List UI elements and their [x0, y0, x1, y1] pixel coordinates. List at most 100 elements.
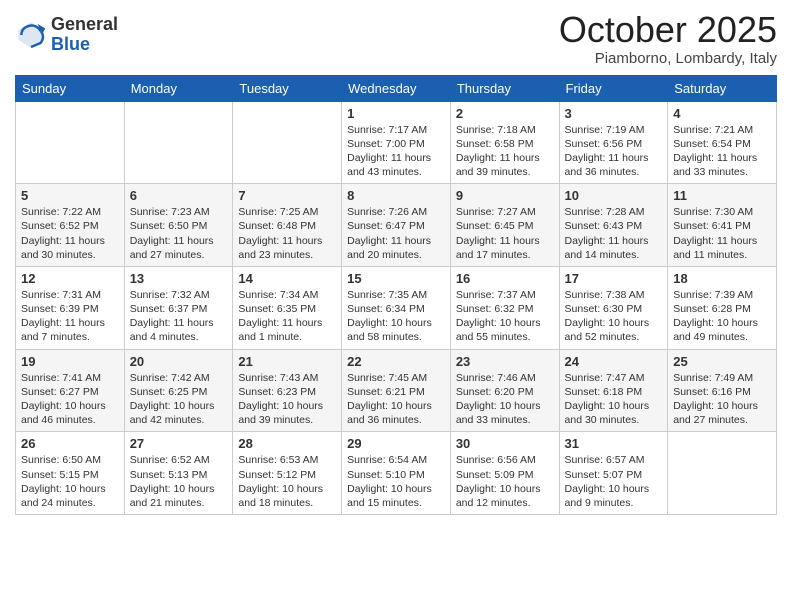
cell-content: Sunrise: 7:35 AM Sunset: 6:34 PM Dayligh…	[347, 288, 445, 345]
calendar-cell: 20 Sunrise: 7:42 AM Sunset: 6:25 PM Dayli…	[124, 349, 233, 432]
cell-content: Sunrise: 7:49 AM Sunset: 6:16 PM Dayligh…	[673, 371, 771, 428]
day-number: 2	[456, 106, 554, 121]
calendar-cell: 21 Sunrise: 7:43 AM Sunset: 6:23 PM Dayli…	[233, 349, 342, 432]
calendar-cell: 11 Sunrise: 7:30 AM Sunset: 6:41 PM Dayli…	[668, 184, 777, 267]
day-number: 19	[21, 354, 119, 369]
calendar-cell: 23Sunrise: 7:46 AM Sunset: 6:20 PM Dayli…	[450, 349, 559, 432]
cell-content: Sunrise: 7:34 AM Sunset: 6:35 PM Dayligh…	[238, 288, 336, 345]
day-number: 23	[456, 354, 554, 369]
cell-content: Sunrise: 7:41 AM Sunset: 6:27 PM Dayligh…	[21, 371, 119, 428]
cell-content: Sunrise: 7:43 AM Sunset: 6:23 PM Dayligh…	[238, 371, 336, 428]
calendar-cell	[668, 432, 777, 515]
day-number: 11	[673, 188, 771, 203]
day-number: 17	[565, 271, 663, 286]
logo: General Blue	[15, 15, 118, 55]
calendar-table: SundayMondayTuesdayWednesdayThursdayFrid…	[15, 75, 777, 515]
calendar-cell: 18Sunrise: 7:39 AM Sunset: 6:28 PM Dayli…	[668, 266, 777, 349]
calendar-week-row: 19 Sunrise: 7:41 AM Sunset: 6:27 PM Dayli…	[16, 349, 777, 432]
cell-content: Sunrise: 7:17 AM Sunset: 7:00 PM Dayligh…	[347, 123, 445, 180]
calendar-cell: 31 Sunrise: 6:57 AM Sunset: 5:07 PM Dayli…	[559, 432, 668, 515]
day-number: 21	[238, 354, 336, 369]
cell-content: Sunrise: 6:52 AM Sunset: 5:13 PM Dayligh…	[130, 453, 228, 510]
calendar-cell: 5Sunrise: 7:22 AM Sunset: 6:52 PM Daylig…	[16, 184, 125, 267]
cell-content: Sunrise: 6:50 AM Sunset: 5:15 PM Dayligh…	[21, 453, 119, 510]
cell-content: Sunrise: 7:23 AM Sunset: 6:50 PM Dayligh…	[130, 205, 228, 262]
day-number: 5	[21, 188, 119, 203]
day-number: 26	[21, 436, 119, 451]
page-container: General Blue October 2025 Piamborno, Lom…	[0, 0, 792, 530]
cell-content: Sunrise: 7:30 AM Sunset: 6:41 PM Dayligh…	[673, 205, 771, 262]
cell-content: Sunrise: 7:39 AM Sunset: 6:28 PM Dayligh…	[673, 288, 771, 345]
calendar-cell: 29 Sunrise: 6:54 AM Sunset: 5:10 PM Dayli…	[342, 432, 451, 515]
day-number: 27	[130, 436, 228, 451]
calendar-cell: 8 Sunrise: 7:26 AM Sunset: 6:47 PM Daylig…	[342, 184, 451, 267]
day-number: 31	[565, 436, 663, 451]
day-number: 6	[130, 188, 228, 203]
cell-content: Sunrise: 6:56 AM Sunset: 5:09 PM Dayligh…	[456, 453, 554, 510]
cell-content: Sunrise: 7:45 AM Sunset: 6:21 PM Dayligh…	[347, 371, 445, 428]
day-number: 3	[565, 106, 663, 121]
day-number: 14	[238, 271, 336, 286]
cell-content: Sunrise: 7:18 AM Sunset: 6:58 PM Dayligh…	[456, 123, 554, 180]
day-header-tuesday: Tuesday	[233, 75, 342, 101]
day-number: 7	[238, 188, 336, 203]
logo-blue: Blue	[51, 35, 118, 55]
calendar-cell	[233, 101, 342, 184]
month-title: October 2025	[559, 10, 777, 50]
day-header-friday: Friday	[559, 75, 668, 101]
cell-content: Sunrise: 7:21 AM Sunset: 6:54 PM Dayligh…	[673, 123, 771, 180]
calendar-cell: 6 Sunrise: 7:23 AM Sunset: 6:50 PM Daylig…	[124, 184, 233, 267]
cell-content: Sunrise: 7:25 AM Sunset: 6:48 PM Dayligh…	[238, 205, 336, 262]
calendar-cell: 25 Sunrise: 7:49 AM Sunset: 6:16 PM Dayli…	[668, 349, 777, 432]
day-number: 13	[130, 271, 228, 286]
calendar-cell: 22Sunrise: 7:45 AM Sunset: 6:21 PM Dayli…	[342, 349, 451, 432]
day-number: 1	[347, 106, 445, 121]
calendar-cell: 9 Sunrise: 7:27 AM Sunset: 6:45 PM Daylig…	[450, 184, 559, 267]
cell-content: Sunrise: 7:28 AM Sunset: 6:43 PM Dayligh…	[565, 205, 663, 262]
calendar-week-row: 1 Sunrise: 7:17 AM Sunset: 7:00 PM Daylig…	[16, 101, 777, 184]
calendar-cell	[124, 101, 233, 184]
cell-content: Sunrise: 7:19 AM Sunset: 6:56 PM Dayligh…	[565, 123, 663, 180]
calendar-cell: 16Sunrise: 7:37 AM Sunset: 6:32 PM Dayli…	[450, 266, 559, 349]
day-number: 28	[238, 436, 336, 451]
calendar-cell: 19 Sunrise: 7:41 AM Sunset: 6:27 PM Dayli…	[16, 349, 125, 432]
day-number: 9	[456, 188, 554, 203]
calendar-cell: 15 Sunrise: 7:35 AM Sunset: 6:34 PM Dayli…	[342, 266, 451, 349]
cell-content: Sunrise: 7:27 AM Sunset: 6:45 PM Dayligh…	[456, 205, 554, 262]
logo-general: General	[51, 15, 118, 35]
day-header-sunday: Sunday	[16, 75, 125, 101]
day-number: 29	[347, 436, 445, 451]
calendar-cell: 30Sunrise: 6:56 AM Sunset: 5:09 PM Dayli…	[450, 432, 559, 515]
calendar-cell: 24Sunrise: 7:47 AM Sunset: 6:18 PM Dayli…	[559, 349, 668, 432]
calendar-cell: 27 Sunrise: 6:52 AM Sunset: 5:13 PM Dayli…	[124, 432, 233, 515]
calendar-cell: 17Sunrise: 7:38 AM Sunset: 6:30 PM Dayli…	[559, 266, 668, 349]
header: General Blue October 2025 Piamborno, Lom…	[15, 10, 777, 67]
calendar-cell	[16, 101, 125, 184]
day-number: 20	[130, 354, 228, 369]
calendar-week-row: 12Sunrise: 7:31 AM Sunset: 6:39 PM Dayli…	[16, 266, 777, 349]
calendar-cell: 4 Sunrise: 7:21 AM Sunset: 6:54 PM Daylig…	[668, 101, 777, 184]
cell-content: Sunrise: 7:31 AM Sunset: 6:39 PM Dayligh…	[21, 288, 119, 345]
calendar-cell: 7 Sunrise: 7:25 AM Sunset: 6:48 PM Daylig…	[233, 184, 342, 267]
calendar-cell: 1 Sunrise: 7:17 AM Sunset: 7:00 PM Daylig…	[342, 101, 451, 184]
calendar-week-row: 26 Sunrise: 6:50 AM Sunset: 5:15 PM Dayli…	[16, 432, 777, 515]
logo-text: General Blue	[51, 15, 118, 55]
day-number: 15	[347, 271, 445, 286]
cell-content: Sunrise: 6:54 AM Sunset: 5:10 PM Dayligh…	[347, 453, 445, 510]
calendar-cell: 28 Sunrise: 6:53 AM Sunset: 5:12 PM Dayli…	[233, 432, 342, 515]
day-number: 24	[565, 354, 663, 369]
title-block: October 2025 Piamborno, Lombardy, Italy	[559, 10, 777, 67]
calendar-week-row: 5Sunrise: 7:22 AM Sunset: 6:52 PM Daylig…	[16, 184, 777, 267]
day-number: 10	[565, 188, 663, 203]
day-header-wednesday: Wednesday	[342, 75, 451, 101]
calendar-cell: 3 Sunrise: 7:19 AM Sunset: 6:56 PM Daylig…	[559, 101, 668, 184]
calendar-cell: 10 Sunrise: 7:28 AM Sunset: 6:43 PM Dayli…	[559, 184, 668, 267]
day-number: 8	[347, 188, 445, 203]
calendar-cell: 14 Sunrise: 7:34 AM Sunset: 6:35 PM Dayli…	[233, 266, 342, 349]
cell-content: Sunrise: 6:57 AM Sunset: 5:07 PM Dayligh…	[565, 453, 663, 510]
cell-content: Sunrise: 7:26 AM Sunset: 6:47 PM Dayligh…	[347, 205, 445, 262]
day-number: 4	[673, 106, 771, 121]
cell-content: Sunrise: 7:42 AM Sunset: 6:25 PM Dayligh…	[130, 371, 228, 428]
cell-content: Sunrise: 6:53 AM Sunset: 5:12 PM Dayligh…	[238, 453, 336, 510]
day-number: 25	[673, 354, 771, 369]
